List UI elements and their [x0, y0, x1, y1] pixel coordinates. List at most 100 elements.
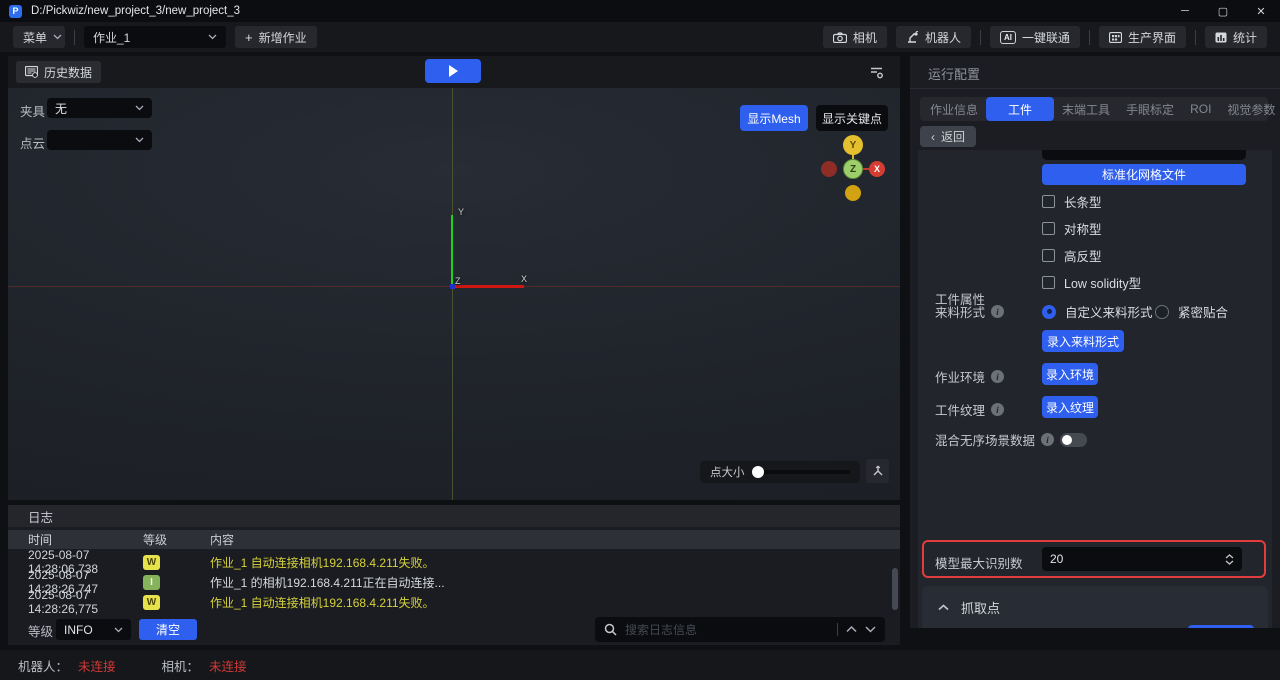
gizmo-neg-y-handle[interactable]	[845, 185, 861, 201]
maximize-button[interactable]: ▢	[1204, 0, 1242, 22]
axis-tool-icon	[871, 464, 885, 478]
add-job-label: 新增作业	[259, 29, 307, 46]
search-prev-icon[interactable]	[846, 626, 857, 633]
ai-link-label: 一键联通	[1022, 29, 1070, 46]
toolbar-divider	[1089, 30, 1090, 45]
checkbox-row-symmetric[interactable]: 对称型	[1042, 219, 1102, 238]
viewport-settings-button[interactable]	[864, 62, 888, 83]
grasp-section-header[interactable]: 抓取点	[938, 598, 1000, 617]
gizmo-y-handle[interactable]: Y	[843, 135, 863, 155]
checkbox-icon[interactable]	[1042, 276, 1055, 289]
camera-icon	[833, 32, 847, 43]
max-recognition-value: 20	[1050, 552, 1063, 566]
info-icon[interactable]: i	[991, 370, 1004, 383]
incoming-form-label: 来料形式i	[935, 302, 1004, 321]
radio-tight-fit[interactable]: 紧密贴合	[1155, 302, 1228, 321]
robot-arm-icon	[906, 31, 919, 43]
log-table-header: 时间 等级 内容	[8, 530, 900, 549]
info-icon[interactable]: i	[991, 305, 1004, 318]
slider-knob[interactable]	[752, 466, 764, 478]
log-row[interactable]: 2025-08-07 14:28:26,775 W 作业_1 自动连接相机192…	[8, 593, 900, 611]
tab-job-info[interactable]: 作业信息	[922, 99, 986, 119]
search-next-icon[interactable]	[865, 626, 876, 633]
gizmo-x-handle[interactable]: X	[869, 161, 885, 177]
production-view-button[interactable]: 生产界面	[1099, 26, 1186, 48]
spinner-icon[interactable]	[1225, 554, 1234, 565]
tab-hand-eye-calib[interactable]: 手眼标定	[1118, 99, 1182, 119]
z-axis-label: Z	[455, 276, 461, 286]
tab-workpiece[interactable]: 工件	[986, 97, 1054, 121]
radio-unselected-icon[interactable]	[1155, 305, 1169, 319]
gizmo-neg-x-handle[interactable]	[821, 161, 837, 177]
stats-button[interactable]: 统计	[1205, 26, 1267, 48]
log-time: 2025-08-07 14:28:26,775	[8, 588, 143, 616]
add-job-button[interactable]: + 新增作业	[235, 26, 317, 48]
record-incoming-button[interactable]: 录入来料形式	[1042, 330, 1124, 352]
minimize-button[interactable]: ─	[1166, 0, 1204, 22]
point-size-slider[interactable]	[753, 470, 851, 474]
collapse-icon[interactable]	[938, 604, 949, 611]
clear-log-button[interactable]: 清空	[139, 619, 197, 640]
record-texture-button[interactable]: 录入纹理	[1042, 396, 1098, 418]
job-env-label: 作业环境i	[935, 367, 1004, 386]
camera-status-value: 未连接	[209, 656, 247, 675]
tab-end-tool[interactable]: 末端工具	[1054, 99, 1118, 119]
info-icon[interactable]: i	[991, 403, 1004, 416]
checkbox-icon[interactable]	[1042, 222, 1055, 235]
log-search-input[interactable]	[625, 623, 829, 637]
checkbox-label: 高反型	[1064, 246, 1102, 265]
mixed-scene-toggle[interactable]	[1060, 433, 1087, 447]
back-button[interactable]: ‹ 返回	[920, 126, 976, 147]
chevron-down-icon	[135, 137, 144, 143]
3d-viewport[interactable]: Y X Z 夹具 无 点云 显示Mesh 显示关键点 Y Z X 点大小	[8, 88, 900, 500]
y-axis-line	[451, 215, 453, 287]
pointcloud-select[interactable]	[47, 130, 152, 150]
close-button[interactable]: ✕	[1242, 0, 1280, 22]
log-level: I	[143, 575, 210, 590]
ai-link-button[interactable]: AI 一键联通	[990, 26, 1080, 48]
add-grasp-point-button[interactable]: 新增	[1188, 625, 1254, 628]
log-level-value: INFO	[64, 623, 93, 637]
title-bar: P D:/Pickwiz/new_project_3/new_project_3…	[0, 0, 1280, 22]
tab-roi[interactable]: ROI	[1182, 99, 1219, 119]
history-data-button[interactable]: 历史数据	[16, 61, 101, 83]
warning-badge: W	[143, 555, 160, 570]
axis-tool-button[interactable]	[866, 459, 889, 483]
show-keypoints-button[interactable]: 显示关键点	[816, 105, 888, 131]
gizmo-z-handle[interactable]: Z	[843, 159, 863, 179]
checkbox-icon[interactable]	[1042, 249, 1055, 262]
chevron-down-icon	[135, 105, 144, 111]
log-scrollbar[interactable]	[892, 568, 898, 610]
log-col-content: 内容	[210, 531, 234, 548]
log-content: 作业_1 自动连接相机192.168.4.211失败。	[210, 554, 900, 571]
checkbox-row-long[interactable]: 长条型	[1042, 192, 1102, 211]
warning-badge: W	[143, 595, 160, 610]
panel-title: 运行配置	[928, 64, 980, 83]
camera-button[interactable]: 相机	[823, 26, 887, 48]
tab-vision-params[interactable]: 视觉参数	[1219, 99, 1280, 119]
menu-dropdown[interactable]: 菜单	[13, 26, 65, 48]
checkbox-row-low-solidity[interactable]: Low solidity型	[1042, 273, 1141, 292]
pointcloud-label: 点云	[20, 133, 45, 152]
search-icon	[604, 623, 617, 636]
fixture-label: 夹具	[20, 101, 45, 120]
normalize-mesh-button[interactable]: 标准化网格文件	[1042, 164, 1246, 185]
checkbox-icon[interactable]	[1042, 195, 1055, 208]
log-content: 作业_1 自动连接相机192.168.4.211失败。	[210, 594, 900, 611]
run-button[interactable]	[425, 59, 481, 83]
radio-custom-incoming[interactable]: 自定义来料形式	[1042, 302, 1153, 321]
info-icon[interactable]: i	[1041, 433, 1054, 446]
log-level-select[interactable]: INFO	[56, 619, 131, 640]
job-select[interactable]: 作业_1	[84, 26, 226, 48]
max-recognition-input[interactable]: 20	[1042, 547, 1242, 571]
show-mesh-button[interactable]: 显示Mesh	[740, 105, 808, 131]
production-view-label: 生产界面	[1128, 29, 1176, 46]
back-label: 返回	[941, 128, 965, 145]
mesh-file-field-partial[interactable]	[1042, 150, 1246, 160]
radio-label: 紧密贴合	[1178, 302, 1228, 321]
radio-selected-icon[interactable]	[1042, 305, 1056, 319]
record-env-button[interactable]: 录入环境	[1042, 363, 1098, 385]
robot-button[interactable]: 机器人	[896, 26, 971, 48]
fixture-select[interactable]: 无	[47, 98, 152, 118]
checkbox-row-reflective[interactable]: 高反型	[1042, 246, 1102, 265]
